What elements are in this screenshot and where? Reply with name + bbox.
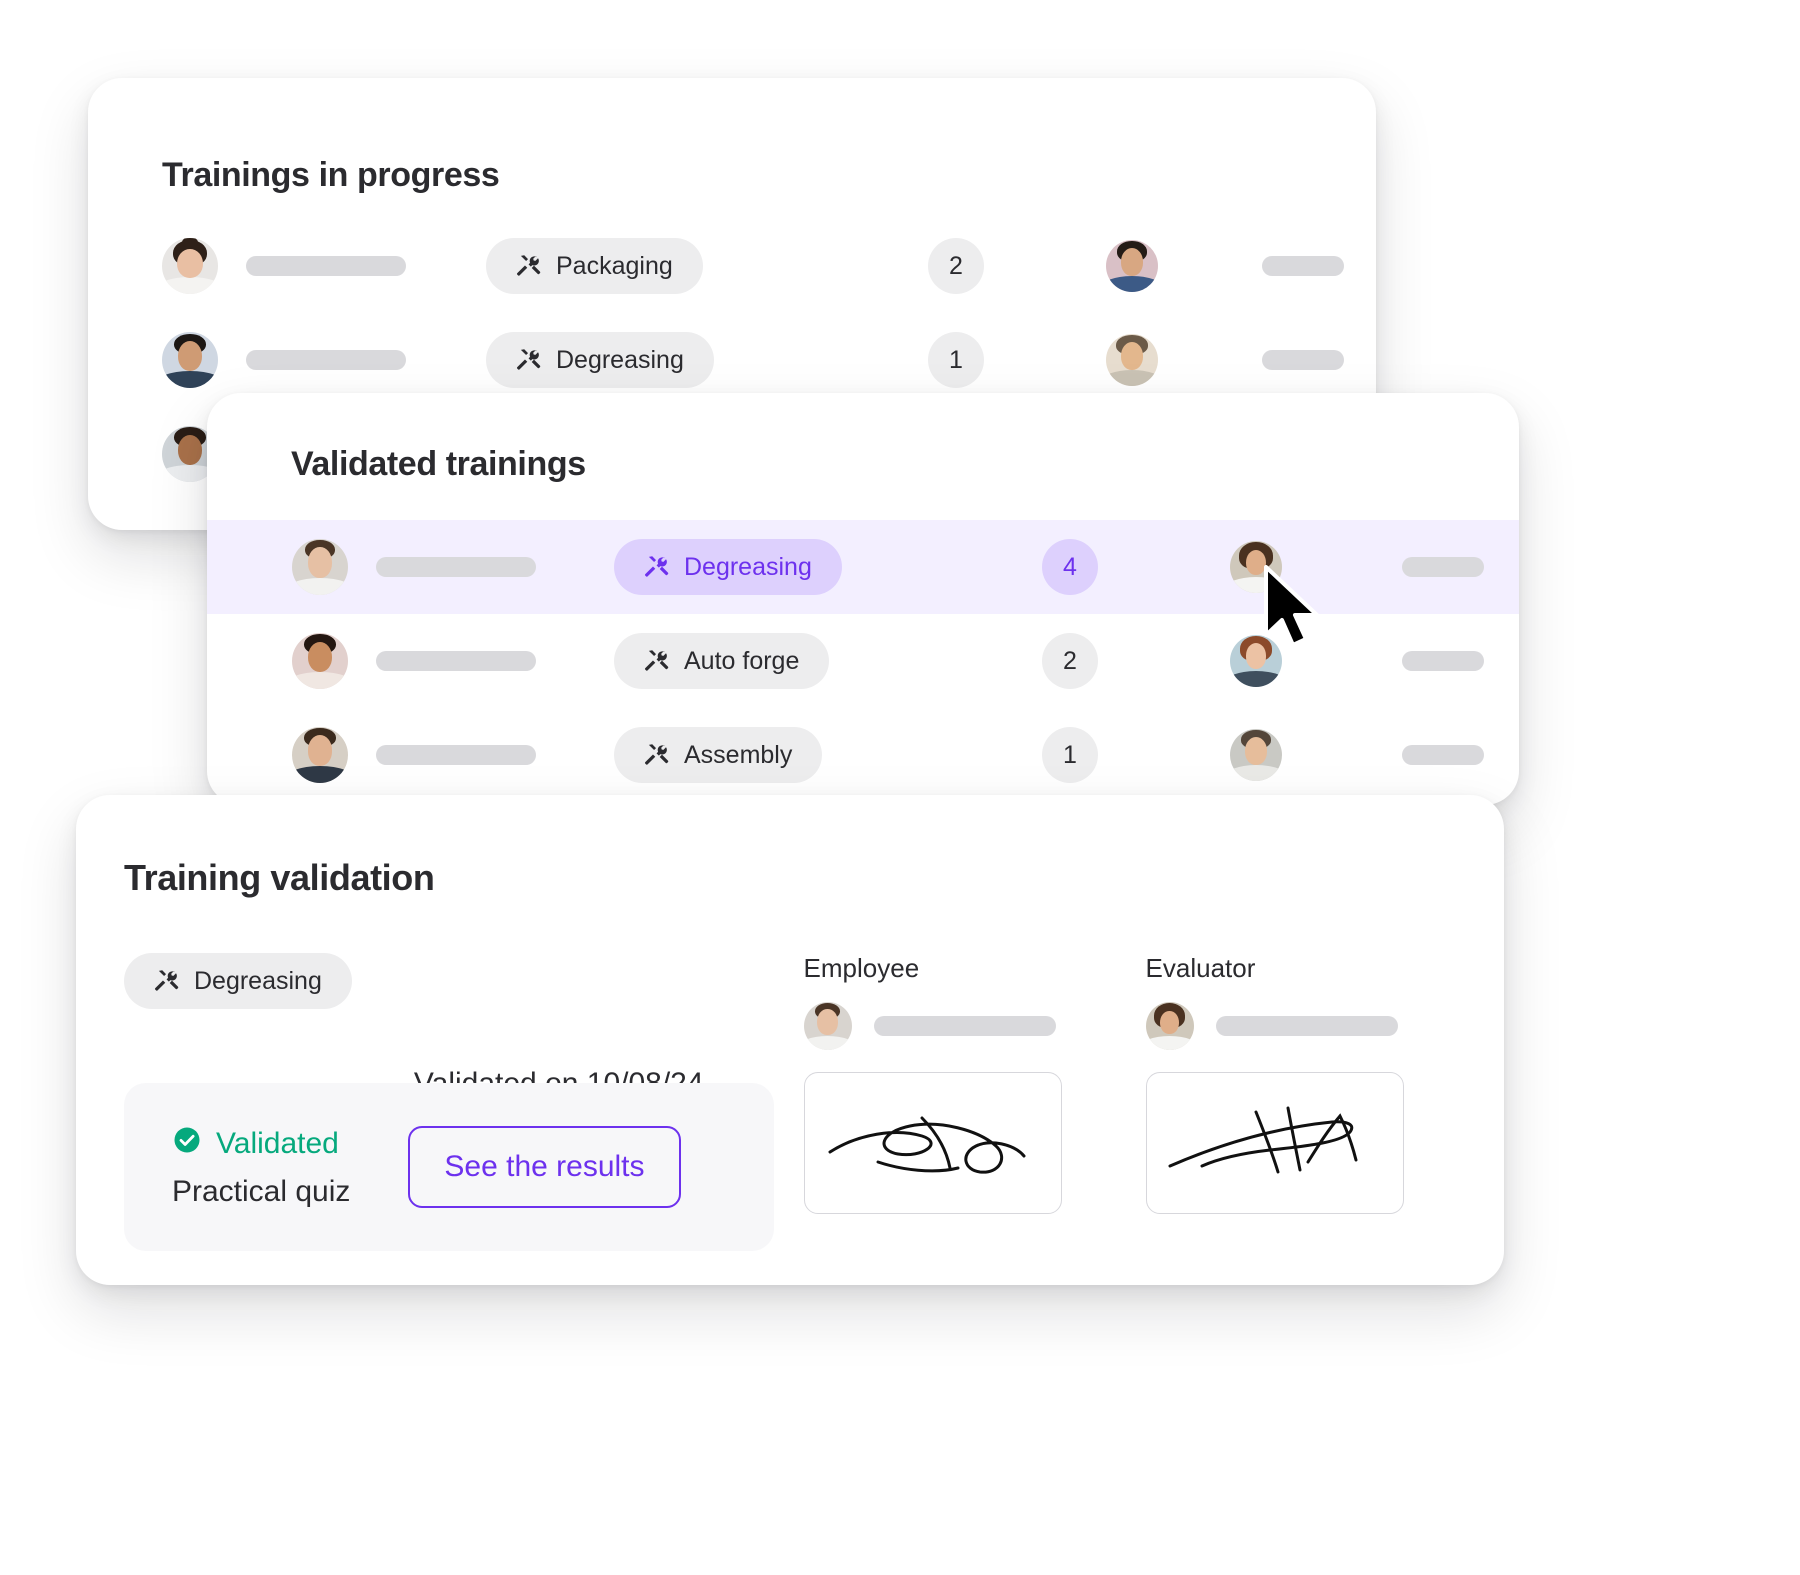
employee-name-placeholder [873,1016,1056,1036]
skill-chip-cell: Assembly [614,727,914,783]
session-count-badge: 1 [928,332,984,388]
signature-person [1145,1002,1404,1050]
employee-name-placeholder [376,651,536,671]
signature-scribble-employee [828,1116,1026,1174]
session-count-badge: 2 [928,238,984,294]
tools-icon [644,742,670,768]
screenshot-root: Trainings in progress Packaging 2 Degrea… [0,0,1800,1575]
evaluator-avatar [1230,635,1282,687]
row-status-placeholder [1402,557,1484,577]
see-results-button[interactable]: See the results [408,1126,681,1208]
avatar [292,539,348,595]
skill-chip[interactable]: Degreasing [124,953,352,1009]
check-circle-icon [172,1125,202,1163]
tools-icon [516,347,542,373]
table-row[interactable]: Auto forge 2 [207,614,1519,708]
signature-column-employee: Employee [803,953,1062,1214]
avatar [162,238,218,294]
table-row-selected[interactable]: Degreasing 4 [207,520,1519,614]
signature-scribble-evaluator [1168,1106,1358,1174]
skill-chip-label: Assembly [684,740,793,769]
employee-name-placeholder [246,350,406,370]
evaluator-name-placeholder [1215,1016,1398,1036]
signature-column-evaluator: Evaluator [1145,953,1404,1214]
evaluator-avatar [1106,334,1158,386]
avatar [803,1002,852,1050]
skill-chip-label: Degreasing [556,345,684,374]
table-row[interactable]: Packaging 2 [88,219,1376,313]
signature-label: Evaluator [1145,953,1256,983]
avatar [1145,1002,1194,1050]
skill-chip-label: Auto forge [684,646,800,675]
tools-icon [644,648,670,674]
avatar [162,332,218,388]
skill-chip[interactable]: Packaging [486,238,703,294]
signature-person [803,1002,1062,1050]
evaluator-avatar [1230,729,1282,781]
skill-chip-label: Packaging [556,251,673,280]
validation-skill-cell: Degreasing [124,953,352,1009]
session-count-badge: 4 [1042,539,1098,595]
skill-chip-label: Degreasing [194,966,322,995]
row-status-placeholder [1262,350,1344,370]
evaluator-avatar [1230,541,1282,593]
skill-chip[interactable]: Degreasing [486,332,714,388]
status-badge: Validated [172,1125,350,1163]
tools-icon [516,253,542,279]
skill-chip[interactable]: Assembly [614,727,823,783]
skill-chip[interactable]: Auto forge [614,633,830,689]
skill-chip[interactable]: Degreasing [614,539,842,595]
quiz-text-block: Validated Practical quiz [172,1125,350,1209]
quiz-type-label: Practical quiz [172,1175,351,1208]
tools-icon [154,968,180,994]
row-status-placeholder [1402,745,1484,765]
skill-chip-cell: Packaging [486,238,816,294]
signature-box-employee[interactable] [803,1072,1062,1214]
employee-name-placeholder [246,256,406,276]
table-row[interactable]: Assembly 1 [207,708,1519,802]
session-count-badge: 2 [1042,633,1098,689]
status-badge-label: Validated [216,1127,339,1160]
session-count-badge: 1 [1042,727,1098,783]
skill-chip-label: Degreasing [684,552,812,581]
signature-box-evaluator[interactable] [1145,1072,1404,1214]
row-status-placeholder [1262,256,1344,276]
employee-name-placeholder [376,557,536,577]
tools-icon [644,554,670,580]
skill-chip-cell: Degreasing [486,332,816,388]
row-status-placeholder [1402,651,1484,671]
card-training-validation: Training validation Degreasing Valida [76,795,1504,1285]
page-title-validated-trainings: Validated trainings [291,445,586,483]
card-validated-trainings: Validated trainings Degreasing 4 Auto fo… [207,393,1519,805]
signature-label: Employee [803,953,920,983]
skill-chip-cell: Degreasing [614,539,914,595]
avatar [292,633,348,689]
avatar [292,727,348,783]
practical-quiz-panel: Validated Practical quiz See the results [124,1083,774,1251]
page-title-trainings-in-progress: Trainings in progress [162,156,500,194]
employee-name-placeholder [376,745,536,765]
validated-trainings-list: Degreasing 4 Auto forge 2 Assembly 1 [207,520,1519,802]
skill-chip-cell: Auto forge [614,633,914,689]
page-title-training-validation: Training validation [124,857,435,898]
evaluator-avatar [1106,240,1158,292]
